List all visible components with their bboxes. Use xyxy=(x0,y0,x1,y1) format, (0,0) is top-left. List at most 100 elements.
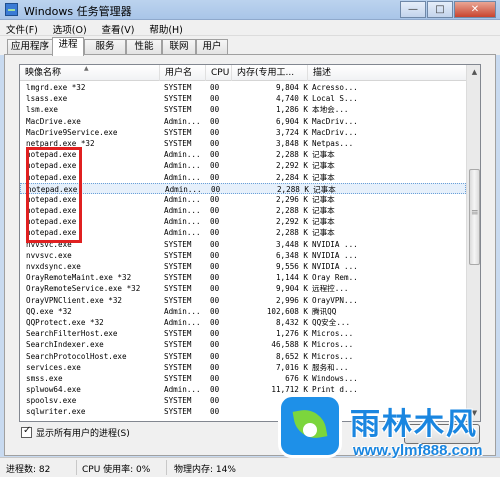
cell-cpu: 00 xyxy=(210,407,220,417)
cell-name: lmgrd.exe *32 xyxy=(26,83,86,92)
tab-processes[interactable]: 进程 xyxy=(52,37,84,56)
menu-help[interactable]: 帮助(H) xyxy=(143,20,189,36)
show-all-users-checkbox[interactable] xyxy=(21,425,32,438)
cell-name: SearchFilterHost.exe xyxy=(26,329,118,339)
cell-name: OrayVPNClient.exe *32 xyxy=(26,295,123,305)
table-row[interactable]: smss.exe SYSTEM 00 676 K Windows... xyxy=(20,373,466,384)
cell-name: services.exe xyxy=(26,362,81,372)
cell-mem: 8,652 K xyxy=(275,351,308,361)
cell-name: OrayRemoteService.exe *32 xyxy=(26,284,141,294)
tab-users[interactable]: 用户 xyxy=(196,39,228,55)
table-row[interactable]: QQProtect.exe *32 Admin... 00 8,432 K QQ安全..… xyxy=(20,317,466,328)
cell-cpu: 00 xyxy=(210,351,220,361)
process-list[interactable]: 映像名称 ▲ 用户名 CPU 内存(专用工... 描述 lmgrd.exe *3… xyxy=(19,64,481,422)
cell-user: SYSTEM xyxy=(164,138,192,148)
cell-name: smss.exe xyxy=(26,373,63,383)
scroll-thumb[interactable] xyxy=(469,169,480,265)
tab-applications[interactable]: 应用程序 xyxy=(7,39,53,55)
table-row[interactable]: services.exe SYSTEM 00 7,016 K 服务和... xyxy=(20,362,466,373)
column-header-row: 映像名称 ▲ 用户名 CPU 内存(专用工... 描述 xyxy=(20,65,466,81)
cell-desc: Acresso... xyxy=(312,83,358,92)
table-row[interactable]: nvvsvc.exe SYSTEM 00 3,448 K NVIDIA ... xyxy=(20,239,466,250)
vertical-scrollbar[interactable]: ▲ ▼ xyxy=(466,65,480,421)
cell-user: SYSTEM xyxy=(164,262,192,271)
cell-cpu: 00 xyxy=(210,239,220,249)
column-header-user-name[interactable]: 用户名 xyxy=(160,65,206,81)
cell-user: SYSTEM xyxy=(164,373,192,383)
table-row[interactable]: notepad.exe Admin... 00 2,288 K 记事本 xyxy=(20,149,466,160)
table-row[interactable]: MacDrive.exe Admin... 00 6,904 K MacDriv... xyxy=(20,116,466,127)
table-row[interactable]: lmgrd.exe *32 SYSTEM 00 9,804 K Acresso... xyxy=(20,82,466,93)
table-row[interactable]: nvvsvc.exe SYSTEM 00 6,348 K NVIDIA ... xyxy=(20,250,466,261)
cell-user: Admin... xyxy=(164,317,201,327)
cell-desc: Windows... xyxy=(312,373,358,383)
table-row[interactable]: OrayRemoteMaint.exe *32 SYSTEM 00 1,144 K Or… xyxy=(20,272,466,283)
column-header-cpu[interactable]: CPU xyxy=(206,65,232,81)
minimize-button[interactable]: — xyxy=(400,1,426,18)
table-row[interactable]: OrayVPNClient.exe *32 SYSTEM 00 2,996 K Oray… xyxy=(20,295,466,306)
cell-desc: 记事本 xyxy=(312,228,335,238)
cell-mem: 9,556 K xyxy=(275,262,308,271)
cell-cpu: 00 xyxy=(210,116,220,126)
table-row[interactable]: notepad.exe Admin... 00 2,288 K 记事本 xyxy=(20,182,466,194)
cell-user: SYSTEM xyxy=(164,362,192,372)
table-row[interactable]: MacDrive9Service.exe SYSTEM 00 3,724 K MacDr… xyxy=(20,127,466,138)
table-row[interactable]: notepad.exe Admin... 00 2,292 K 记事本 xyxy=(20,160,466,171)
table-row[interactable]: notepad.exe Admin... 00 2,296 K 记事本 xyxy=(20,194,466,205)
column-header-image-name[interactable]: 映像名称 xyxy=(20,65,160,81)
table-row[interactable]: QQ.exe *32 Admin... 00 102,608 K 腾讯QQ xyxy=(20,306,466,317)
cell-name: sqlwriter.exe xyxy=(26,407,86,417)
table-row[interactable]: notepad.exe Admin... 00 2,284 K 记事本 xyxy=(20,172,466,183)
cell-cpu: 00 xyxy=(210,329,220,339)
cell-user: Admin... xyxy=(164,150,201,160)
cell-user: Admin... xyxy=(164,385,201,395)
show-all-users-option[interactable]: 显示所有用户的进程(S) xyxy=(21,425,130,439)
cell-name: SearchIndexer.exe xyxy=(26,340,104,350)
table-row[interactable]: SearchIndexer.exe SYSTEM 00 46,588 K Micros.… xyxy=(20,339,466,350)
table-row[interactable]: notepad.exe Admin... 00 2,292 K 记事本 xyxy=(20,216,466,227)
cell-name: MacDrive.exe xyxy=(26,116,81,126)
cell-desc: Local S... xyxy=(312,94,358,104)
table-row[interactable]: nvxdsync.exe SYSTEM 00 9,556 K NVIDIA ... xyxy=(20,261,466,272)
cell-user: SYSTEM xyxy=(164,83,192,92)
cell-cpu: 00 xyxy=(210,161,220,171)
table-row[interactable]: notepad.exe Admin... 00 2,288 K 记事本 xyxy=(20,227,466,238)
table-row[interactable]: notepad.exe Admin... 00 2,288 K 记事本 xyxy=(20,205,466,216)
cell-cpu: 00 xyxy=(210,306,220,316)
tab-networking[interactable]: 联网 xyxy=(162,39,196,55)
window-controls: — □ ✕ xyxy=(399,1,496,18)
scroll-up-arrow-icon[interactable]: ▲ xyxy=(467,65,480,80)
table-row[interactable]: lsm.exe SYSTEM 00 1,286 K 本地会... xyxy=(20,104,466,115)
cell-mem: 3,724 K xyxy=(275,127,308,137)
menu-file[interactable]: 文件(F) xyxy=(0,20,44,36)
tab-performance[interactable]: 性能 xyxy=(126,39,162,55)
cell-user: SYSTEM xyxy=(164,239,192,249)
cell-cpu: 00 xyxy=(210,127,220,137)
close-button[interactable]: ✕ xyxy=(454,1,496,18)
status-process-count: 进程数: 82 xyxy=(6,465,51,475)
cell-cpu: 00 xyxy=(210,362,220,372)
cell-mem: 1,286 K xyxy=(275,105,308,115)
menu-options[interactable]: 选项(O) xyxy=(47,20,93,36)
tab-services[interactable]: 服务 xyxy=(84,39,126,55)
table-row[interactable]: netpard.exe *32 SYSTEM 00 3,848 K Netpas... xyxy=(20,138,466,149)
cell-desc: MacDriv... xyxy=(312,127,358,137)
cell-desc: NVIDIA ... xyxy=(312,262,358,271)
cell-mem: 3,848 K xyxy=(275,138,308,148)
cell-mem: 1,144 K xyxy=(275,273,308,283)
table-row[interactable]: lsass.exe SYSTEM 00 4,740 K Local S... xyxy=(20,93,466,104)
menu-view[interactable]: 查看(V) xyxy=(96,20,141,36)
maximize-button[interactable]: □ xyxy=(427,1,453,18)
column-header-memory[interactable]: 内存(专用工... xyxy=(232,65,308,81)
tab-bar: 应用程序 进程 服务 性能 联网 用户 xyxy=(0,36,500,56)
cell-mem: 9,904 K xyxy=(275,284,308,294)
cell-user: SYSTEM xyxy=(164,407,192,417)
cell-cpu: 00 xyxy=(210,194,220,204)
table-row[interactable]: SearchFilterHost.exe SYSTEM 00 1,276 K Micro… xyxy=(20,328,466,339)
cell-desc: Micros... xyxy=(312,329,354,339)
table-row[interactable]: OrayRemoteService.exe *32 SYSTEM 00 9,904 K… xyxy=(20,283,466,294)
table-row[interactable]: SearchProtocolHost.exe SYSTEM 00 8,652 K Mic… xyxy=(20,351,466,362)
cell-cpu: 00 xyxy=(210,385,220,395)
column-header-description[interactable]: 描述 xyxy=(308,65,368,81)
cell-user: SYSTEM xyxy=(164,273,192,283)
